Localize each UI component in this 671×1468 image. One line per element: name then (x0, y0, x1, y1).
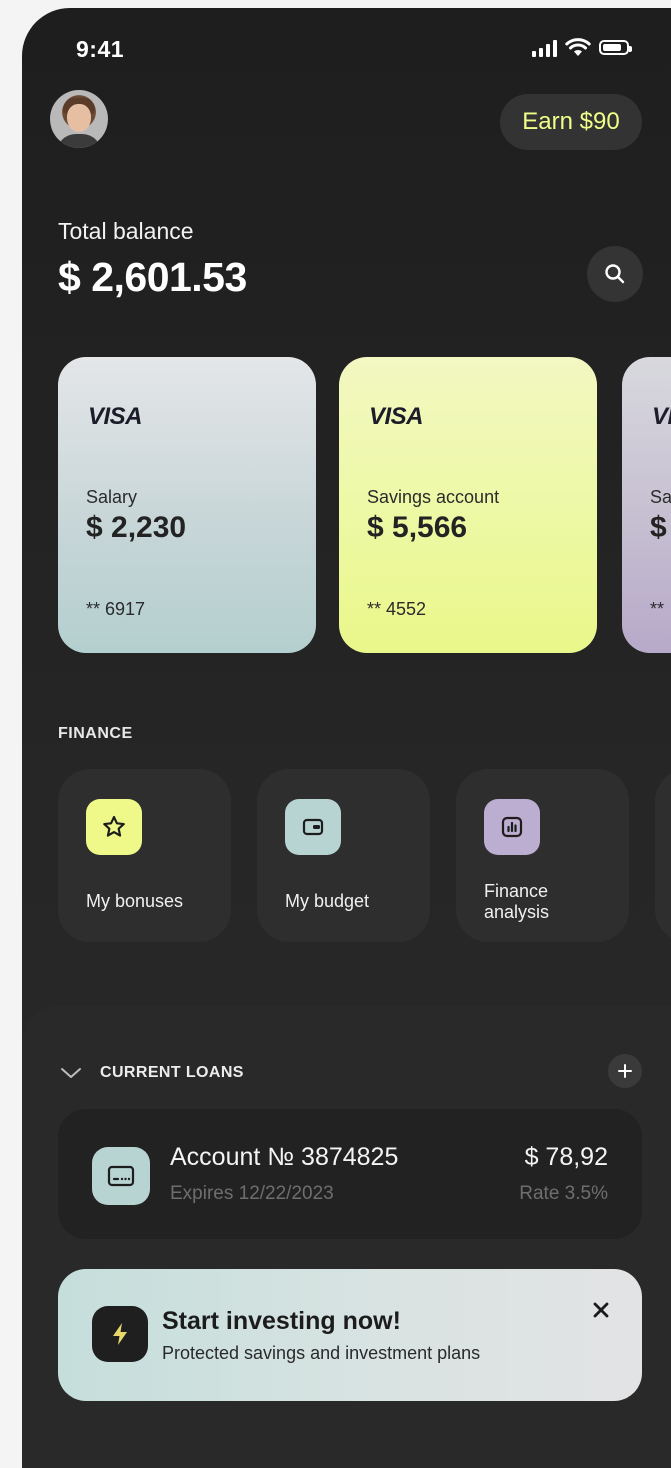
card-number: ** 4552 (367, 599, 427, 619)
account-rate: Rate 3.5% (519, 1183, 608, 1204)
card-amount: $ 2,230 (86, 511, 187, 544)
search-icon (605, 264, 625, 284)
wallet-icon (302, 818, 324, 836)
loans-panel: CURRENT LOANS Account № 3874825 Expires … (22, 1006, 671, 1468)
lightning-icon (113, 1323, 127, 1345)
signal-icon (532, 39, 557, 57)
card-amount: $ 5,566 (367, 511, 468, 544)
close-button[interactable] (584, 1293, 618, 1327)
card-savings[interactable]: VISA Savings account $ 5,566 ** 4552 (339, 357, 597, 653)
card-name: Salary (86, 487, 138, 507)
card-partial[interactable]: VISA Sa $ ** (622, 357, 671, 653)
balance-value: $ 2,601.53 (58, 254, 247, 300)
earn-button[interactable]: Earn $90 (500, 94, 642, 150)
star-icon (103, 815, 125, 837)
search-button[interactable] (587, 246, 643, 302)
card-salary[interactable]: VISA Salary $ 2,230 ** 6917 (58, 357, 316, 653)
invest-title: Start investing now! (162, 1307, 401, 1335)
star-icon-badge (86, 799, 142, 855)
tile-label: My bonuses (86, 891, 184, 911)
tile-label: My budget (285, 891, 370, 911)
account-expires: Expires 12/22/2023 (170, 1183, 334, 1204)
visa-logo: VISA (88, 403, 143, 430)
visa-logo: VISA (652, 403, 671, 430)
tile-partial[interactable] (655, 769, 671, 942)
avatar[interactable] (50, 90, 108, 148)
invest-promo-banner[interactable]: Start investing now! Protected savings a… (58, 1269, 642, 1401)
visa-logo: VISA (369, 403, 424, 430)
card-number: ** 6917 (86, 599, 146, 619)
chevron-down-icon[interactable] (60, 1066, 82, 1080)
status-time: 9:41 (76, 36, 125, 62)
card-name: Sa (650, 487, 671, 507)
phone-screen: 9:41 Earn $90 Total balance $ 2,601.53 V… (22, 8, 671, 1468)
card-amount: $ (650, 511, 667, 544)
card-name: Savings account (367, 487, 500, 507)
lightning-icon-badge (92, 1306, 148, 1362)
account-amount: $ 78,92 (524, 1143, 608, 1171)
plus-icon (618, 1064, 632, 1078)
balance-label: Total balance (58, 218, 194, 244)
invest-subtitle: Protected savings and investment plans (162, 1343, 481, 1363)
card-icon (107, 1165, 135, 1187)
tile-label: Finance analysis (484, 881, 550, 922)
tile-my-bonuses[interactable]: My bonuses (58, 769, 231, 942)
account-title: Account № 3874825 (170, 1143, 399, 1171)
chart-icon (501, 816, 523, 838)
card-number: ** (650, 599, 665, 619)
finance-title: FINANCE (58, 725, 133, 742)
loan-account-card[interactable]: Account № 3874825 Expires 12/22/2023 $ 7… (58, 1109, 642, 1239)
status-icons (532, 38, 632, 57)
card-icon-badge (92, 1147, 150, 1205)
tile-my-budget[interactable]: My budget (257, 769, 430, 942)
loans-title: CURRENT LOANS (100, 1064, 244, 1081)
add-loan-button[interactable] (608, 1054, 642, 1088)
battery-icon (599, 40, 632, 55)
close-icon (593, 1302, 609, 1318)
wallet-icon-badge (285, 799, 341, 855)
chart-icon-badge (484, 799, 540, 855)
wifi-icon (565, 38, 591, 56)
tile-finance-analysis[interactable]: Finance analysis (456, 769, 629, 942)
